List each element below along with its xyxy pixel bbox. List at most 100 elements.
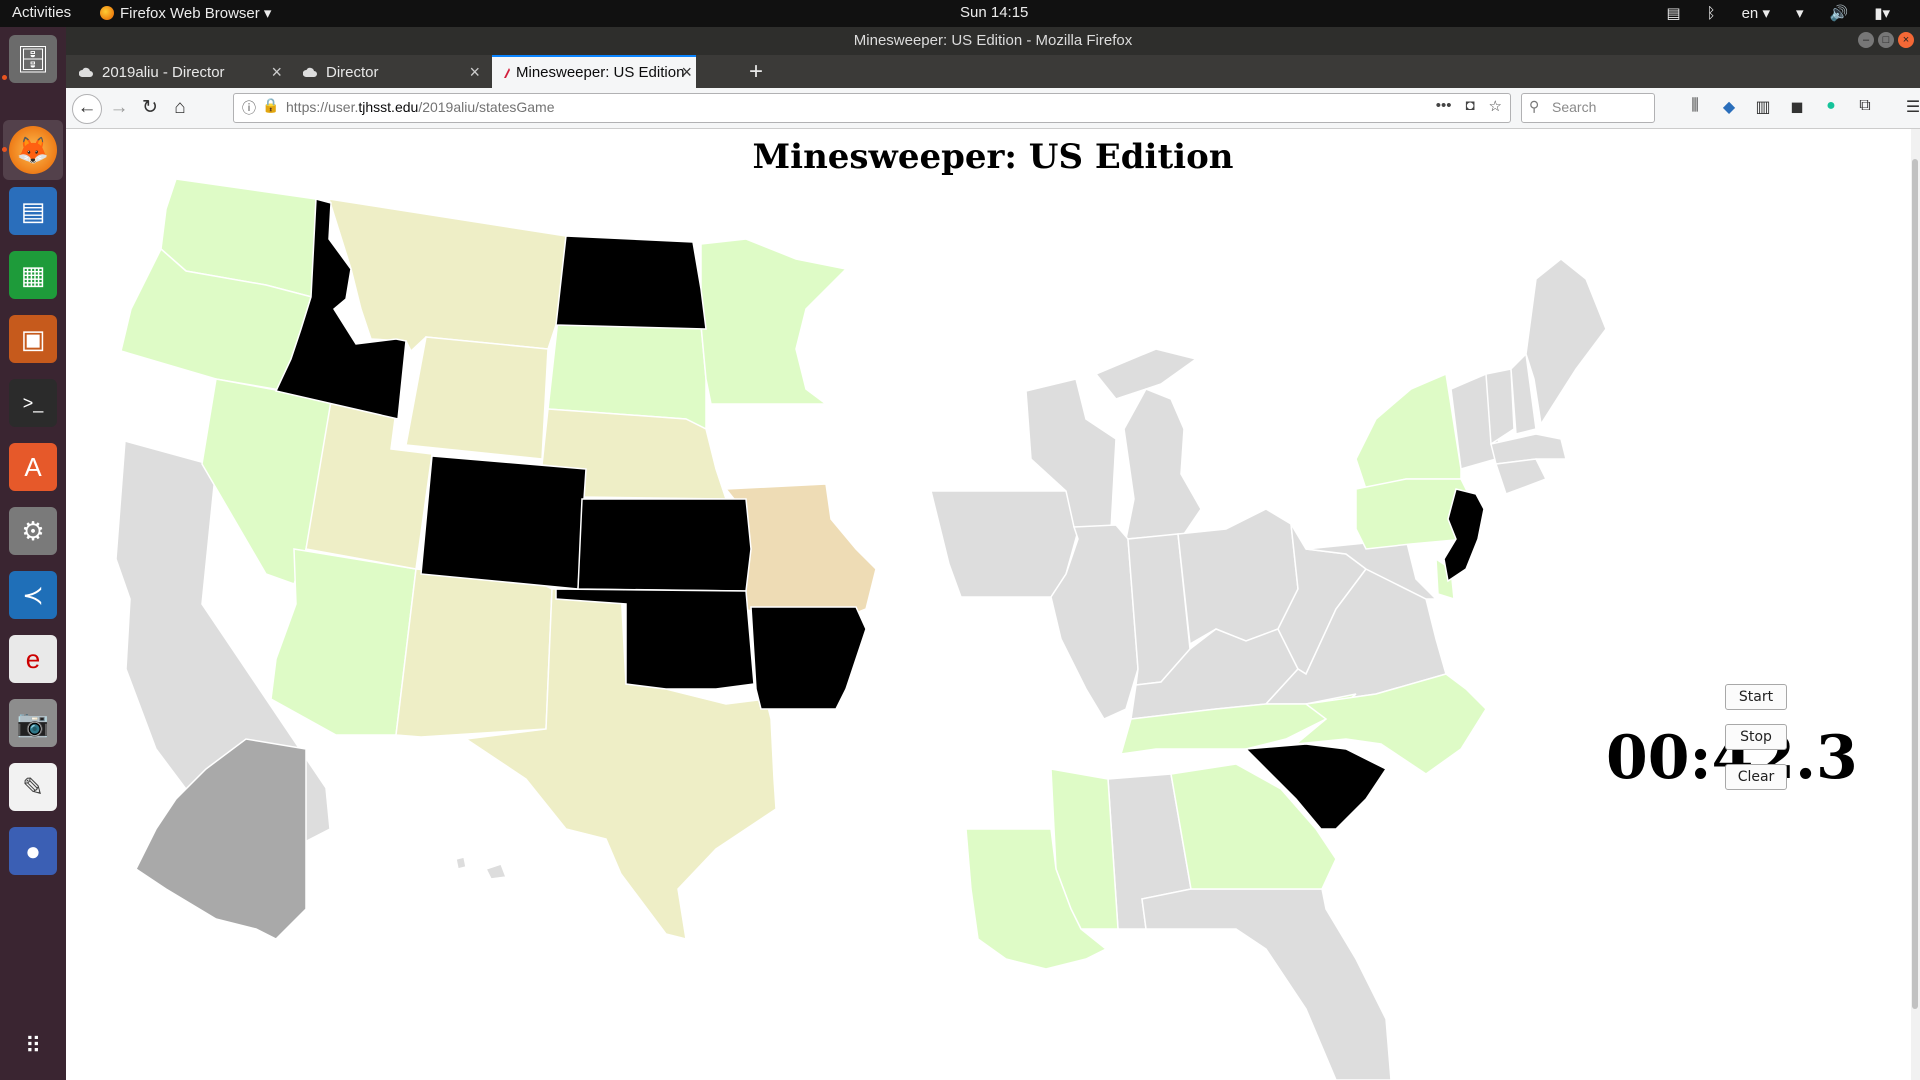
close-window-button[interactable]: × <box>1898 32 1914 48</box>
window-title-bar: Minesweeper: US Edition - Mozilla Firefo… <box>66 27 1920 55</box>
system-clock[interactable]: Sun 14:15 <box>960 4 1028 21</box>
window-controls: – □ × <box>1858 32 1914 48</box>
wifi-icon[interactable]: ▾ <box>1796 4 1804 22</box>
language-indicator[interactable]: en ▾ <box>1742 4 1770 22</box>
hamburger-menu-icon[interactable]: ☰ <box>1904 97 1920 117</box>
state-ct-ri[interactable] <box>1494 458 1548 495</box>
tab-strip: 2019aliu - Director × Director × Mineswe… <box>66 55 1920 88</box>
clear-button[interactable]: Clear <box>1725 764 1787 790</box>
tab-close-icon[interactable]: × <box>469 57 480 88</box>
show-applications-icon[interactable]: ⠿ <box>9 1022 57 1070</box>
cloud-favicon-icon <box>79 67 93 77</box>
app-menu[interactable]: Firefox Web Browser ▾ <box>100 4 271 22</box>
url-path: /2019aliu/statesGame <box>418 99 555 115</box>
page-actions-menu-icon[interactable]: ••• <box>1436 97 1452 115</box>
url-domain: tjhsst.edu <box>358 99 419 115</box>
state-vt[interactable] <box>1485 368 1515 446</box>
state-co[interactable] <box>420 455 587 590</box>
tab-2019aliu-director[interactable]: 2019aliu - Director × <box>70 57 290 88</box>
tab-label: 2019aliu - Director <box>102 64 225 81</box>
state-ks[interactable] <box>577 498 752 592</box>
libreoffice-writer-icon[interactable]: ▤ <box>9 187 57 235</box>
terminal-icon[interactable]: >_ <box>9 379 57 427</box>
files-icon[interactable]: 🗄 <box>9 35 57 83</box>
secure-lock-icon: 🔒 <box>262 97 280 113</box>
site-favicon-icon <box>504 68 510 78</box>
scrollbar-thumb[interactable] <box>1912 159 1918 1009</box>
state-ak[interactable] <box>135 738 307 940</box>
extension-copy-icon[interactable]: ⧉ <box>1856 97 1874 117</box>
ubuntu-dock: 🗄 🦊 ▤ ▦ ▣ >_ A ⚙ ≺ e 📷 ✎ ● ⠿ <box>0 27 66 1080</box>
url-prefix: https://user. <box>286 99 359 115</box>
us-map <box>115 178 1607 1080</box>
system-tray: ▤ ᛒ en ▾ ▾ 🔊 ▮▾ <box>1666 4 1890 23</box>
start-button[interactable]: Start <box>1725 684 1787 710</box>
state-hi[interactable] <box>455 856 508 880</box>
minimize-button[interactable]: – <box>1858 32 1874 48</box>
document-viewer-icon[interactable]: e <box>9 635 57 683</box>
forward-button[interactable]: → <box>105 94 133 122</box>
system-top-bar: Activities Firefox Web Browser ▾ Sun 14:… <box>0 0 1920 27</box>
navigation-toolbar: ← → ↻ ⌂ ⓘ 🔒 https://user.tjhsst.edu/2019… <box>66 88 1920 129</box>
vscode-icon[interactable]: ≺ <box>9 571 57 619</box>
activities-button[interactable]: Activities <box>12 4 71 21</box>
tab-label: Minesweeper: US Edition <box>516 64 685 81</box>
page-actions: ••• ◘ ☆ <box>1436 97 1502 115</box>
system-settings-icon[interactable]: ⚙ <box>9 507 57 555</box>
state-nm[interactable] <box>395 568 553 738</box>
tab-director[interactable]: Director × <box>294 57 488 88</box>
clipboard-indicator-icon[interactable]: ▤ <box>1666 4 1680 22</box>
running-indicator <box>2 75 7 80</box>
site-info-icon[interactable]: ⓘ <box>242 98 256 118</box>
page-scrollbar[interactable] <box>1911 129 1920 1080</box>
page-content: Minesweeper: US Edition 00:42.3 Start St… <box>66 129 1920 1080</box>
back-button[interactable]: ← <box>72 94 102 124</box>
state-fl[interactable] <box>1141 888 1392 1080</box>
extension-cap-icon[interactable]: ◆ <box>1720 97 1738 117</box>
running-indicator <box>2 147 7 152</box>
new-tab-button[interactable]: + <box>749 55 763 88</box>
firefox-dock-icon[interactable]: 🦊 <box>9 126 57 174</box>
tab-label: Director <box>326 64 379 81</box>
firefox-icon <box>100 6 114 20</box>
state-me[interactable] <box>1525 258 1607 427</box>
url-text[interactable]: https://user.tjhsst.edu/2019aliu/statesG… <box>286 99 555 115</box>
pocket-icon[interactable]: ◘ <box>1465 97 1474 115</box>
search-placeholder: Search <box>1552 99 1597 115</box>
state-nd[interactable] <box>555 235 707 330</box>
address-bar[interactable]: ⓘ 🔒 https://user.tjhsst.edu/2019aliu/sta… <box>233 93 1511 123</box>
toolbar-icons: ⫼ ◆ ▥ ◼ ● ⧉ ☰ <box>1686 97 1920 117</box>
state-mt[interactable] <box>327 198 567 353</box>
sidebar-icon[interactable]: ▥ <box>1754 97 1772 117</box>
state-ny[interactable] <box>1355 372 1462 490</box>
text-editor-icon[interactable]: ✎ <box>9 763 57 811</box>
grammarly-icon[interactable]: ● <box>1822 97 1840 117</box>
stop-button[interactable]: Stop <box>1725 724 1787 750</box>
reload-button[interactable]: ↻ <box>136 94 164 122</box>
tab-close-icon[interactable]: × <box>681 57 692 88</box>
libreoffice-calc-icon[interactable]: ▦ <box>9 251 57 299</box>
battery-icon[interactable]: ▮▾ <box>1874 4 1890 22</box>
state-ar[interactable] <box>750 606 867 710</box>
state-wy[interactable] <box>405 336 549 460</box>
volume-icon[interactable]: 🔊 <box>1830 4 1849 22</box>
bluetooth-icon[interactable]: ᛒ <box>1707 5 1716 22</box>
search-box[interactable]: ⚲ Search <box>1521 93 1655 123</box>
camera-icon[interactable]: 📷 <box>9 699 57 747</box>
maximize-button[interactable]: □ <box>1878 32 1894 48</box>
libreoffice-impress-icon[interactable]: ▣ <box>9 315 57 363</box>
window-title: Minesweeper: US Edition - Mozilla Firefo… <box>853 32 1133 49</box>
search-icon: ⚲ <box>1529 98 1540 114</box>
software-center-icon[interactable]: A <box>9 443 57 491</box>
state-ia[interactable] <box>930 490 1079 598</box>
tab-close-icon[interactable]: × <box>271 57 282 88</box>
tab-minesweeper[interactable]: Minesweeper: US Edition × <box>492 55 696 88</box>
page-title: Minesweeper: US Edition <box>752 137 1234 177</box>
bookmark-star-icon[interactable]: ☆ <box>1489 97 1502 115</box>
extension-dark-icon[interactable]: ◼ <box>1788 97 1806 117</box>
state-mn[interactable] <box>700 238 848 405</box>
library-icon[interactable]: ⫼ <box>1686 97 1704 117</box>
home-button[interactable]: ⌂ <box>166 94 194 122</box>
cloud-favicon-icon <box>303 67 317 77</box>
java-app-icon[interactable]: ● <box>9 827 57 875</box>
